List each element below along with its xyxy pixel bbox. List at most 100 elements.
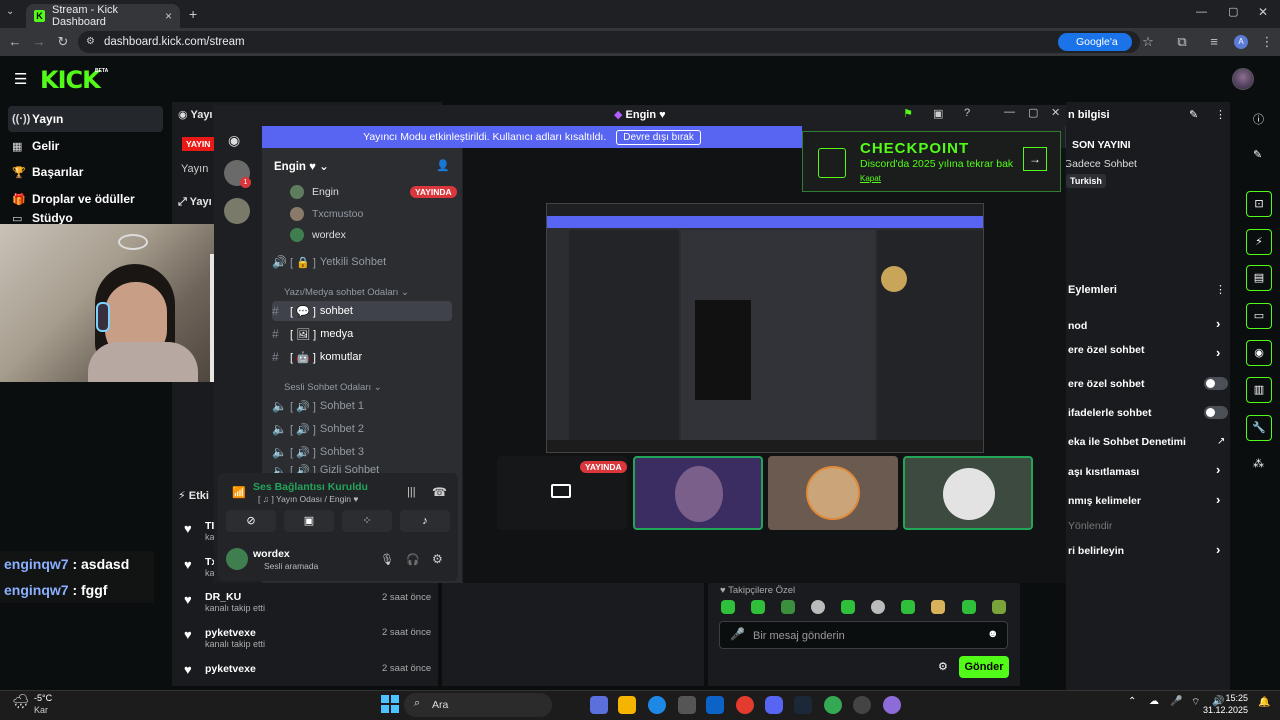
participant-tile[interactable]: [633, 456, 763, 530]
more-icon[interactable]: ⋮: [1215, 108, 1226, 121]
screen-share-button[interactable]: ▣: [284, 510, 334, 532]
voice-category[interactable]: Sesli Sohbet Odaları ⌄: [284, 382, 382, 393]
focus-icon[interactable]: ⊡: [1246, 191, 1272, 217]
participant-tile[interactable]: [768, 456, 898, 530]
edit-icon[interactable]: ✎: [1189, 108, 1198, 121]
weather-icon[interactable]: 🌧: [12, 693, 30, 710]
pencil-icon[interactable]: ✎: [1253, 148, 1262, 161]
help-icon[interactable]: ?: [964, 107, 970, 119]
tab-close-icon[interactable]: ×: [165, 9, 172, 23]
user-avatar[interactable]: [226, 548, 248, 570]
app-icon[interactable]: [883, 696, 901, 714]
text-category[interactable]: Yazı/Medya sohbet Odaları ⌄: [284, 287, 409, 298]
obs-icon[interactable]: [853, 696, 871, 714]
nav-item-gelir[interactable]: ▦ Gelir: [8, 133, 163, 159]
broadcast-icon[interactable]: ◉: [1246, 340, 1272, 366]
channel-sohbet-3[interactable]: 🔈[ 🔊 ] Sohbet 3: [272, 442, 452, 462]
minimize-icon[interactable]: —: [1196, 6, 1207, 18]
action-row[interactable]: nmış kelimeler: [1068, 495, 1141, 507]
user-avatar[interactable]: [1232, 68, 1254, 90]
emote[interactable]: [811, 600, 825, 614]
document-icon[interactable]: ▤: [1246, 265, 1272, 291]
camera-off-button[interactable]: ⊘: [226, 510, 276, 532]
chevron-right-icon[interactable]: ›: [1216, 542, 1220, 557]
tab-search-icon[interactable]: ⌄: [6, 6, 14, 17]
emote[interactable]: [781, 600, 795, 614]
chat-icon[interactable]: ▭: [1246, 303, 1272, 329]
action-row[interactable]: ri belirleyin: [1068, 545, 1124, 557]
channel-medya[interactable]: # [ 🖼 ] medya: [272, 324, 452, 344]
flag-icon[interactable]: ⚑: [903, 107, 913, 120]
chrome-icon[interactable]: [736, 696, 754, 714]
browser-tab[interactable]: K Stream - Kick Dashboard ×: [26, 4, 180, 28]
discord-maximize-icon[interactable]: ▢: [1028, 106, 1038, 119]
nav-item-yayin[interactable]: ((·)) Yayın: [8, 106, 163, 132]
site-info-icon[interactable]: ⚙: [86, 36, 95, 47]
edge-icon[interactable]: [648, 696, 666, 714]
store-icon[interactable]: [678, 696, 696, 714]
emote[interactable]: [901, 600, 915, 614]
voice-member[interactable]: Txcmustoo: [290, 207, 363, 221]
bookmark-star-icon[interactable]: ☆: [1139, 28, 1157, 56]
discord-close-icon[interactable]: ✕: [1051, 106, 1060, 119]
taskbar-clock[interactable]: 15:25 31.12.2025: [1196, 692, 1248, 716]
mute-mic-icon[interactable]: 🎙: [380, 553, 394, 566]
server-icon[interactable]: [224, 198, 250, 224]
kick-logo[interactable]: KICK: [40, 66, 101, 94]
inbox-icon[interactable]: ▣: [933, 107, 943, 120]
chrome-profile-icon[interactable]: [824, 696, 842, 714]
emote[interactable]: [841, 600, 855, 614]
headphones-icon[interactable]: 🎧: [406, 553, 420, 566]
mic-icon[interactable]: 🎤: [730, 627, 745, 641]
reload-icon[interactable]: ↻: [54, 28, 72, 56]
chat-message-input[interactable]: Bir mesaj gönderin: [719, 621, 1008, 649]
chevron-right-icon[interactable]: ›: [1216, 462, 1220, 477]
emoji-icon[interactable]: ☻: [987, 628, 999, 640]
tray-chevron-icon[interactable]: ⌃: [1128, 696, 1136, 707]
emote[interactable]: [751, 600, 765, 614]
soundboard-button[interactable]: ♪: [400, 510, 450, 532]
chat-settings-icon[interactable]: ⚙: [938, 660, 948, 673]
action-row[interactable]: eka ile Sohbet Denetimi: [1068, 436, 1186, 448]
send-button[interactable]: Gönder: [959, 656, 1009, 678]
address-bar[interactable]: dashboard.kick.com/stream: [78, 31, 1140, 53]
action-row[interactable]: aşı kısıtlaması: [1068, 466, 1139, 478]
apps-icon[interactable]: ⁂: [1253, 457, 1264, 470]
wrench-icon[interactable]: 🔧: [1246, 415, 1272, 441]
reading-list-icon[interactable]: ≡: [1205, 28, 1223, 56]
voice-member[interactable]: Engin: [290, 185, 339, 199]
user-settings-icon[interactable]: ⚙: [432, 552, 443, 566]
channel-sohbet-2[interactable]: 🔈[ 🔊 ] Sohbet 2: [272, 419, 452, 439]
nav-item-studyo[interactable]: ▭ Stüdyo: [8, 212, 163, 224]
menu-dots-icon[interactable]: ⋮: [1258, 28, 1276, 56]
nav-item-droplar[interactable]: 🎁 Droplar ve ödüller: [8, 186, 163, 212]
chevron-right-icon[interactable]: ›: [1216, 345, 1220, 360]
checkpoint-dismiss[interactable]: Kapat: [860, 174, 881, 183]
taskbar-app-icon[interactable]: [590, 696, 608, 714]
channel-sohbet[interactable]: # [ 💬 ] sohbet: [272, 301, 452, 321]
emote[interactable]: [871, 600, 885, 614]
chevron-right-icon[interactable]: ›: [1216, 492, 1220, 507]
nav-item-basarilar[interactable]: 🏆 Başarılar: [8, 159, 163, 185]
profile-avatar[interactable]: A: [1234, 35, 1248, 49]
mail-icon[interactable]: [706, 696, 724, 714]
arrow-right-icon[interactable]: →: [1023, 147, 1047, 171]
taskbar-search[interactable]: Ara: [404, 693, 552, 717]
google-ask-button[interactable]: Google'a Sor: [1058, 33, 1132, 66]
file-explorer-icon[interactable]: [618, 696, 636, 714]
toggle-switch[interactable]: [1204, 406, 1228, 419]
activities-button[interactable]: ⁘: [342, 510, 392, 532]
add-member-icon[interactable]: 👤: [436, 159, 450, 172]
toggle-switch[interactable]: [1204, 377, 1228, 390]
close-window-icon[interactable]: ✕: [1258, 5, 1268, 19]
back-icon[interactable]: ←: [6, 28, 24, 56]
voice-member[interactable]: wordex: [290, 228, 346, 242]
maximize-icon[interactable]: ▢: [1228, 5, 1238, 18]
windows-start-icon[interactable]: [381, 695, 399, 713]
channel-yetkili[interactable]: 🔊[ 🔒 ] Yetkili Sohbet: [272, 252, 452, 272]
channel-komutlar[interactable]: # [ 🤖 ] komutlar: [272, 347, 452, 367]
participant-tile[interactable]: [903, 456, 1033, 530]
disable-streamer-mode-button[interactable]: Devre dışı bırak: [616, 129, 701, 145]
discord-icon[interactable]: [765, 696, 783, 714]
server-name[interactable]: Engin ♥ ⌄: [274, 159, 329, 173]
